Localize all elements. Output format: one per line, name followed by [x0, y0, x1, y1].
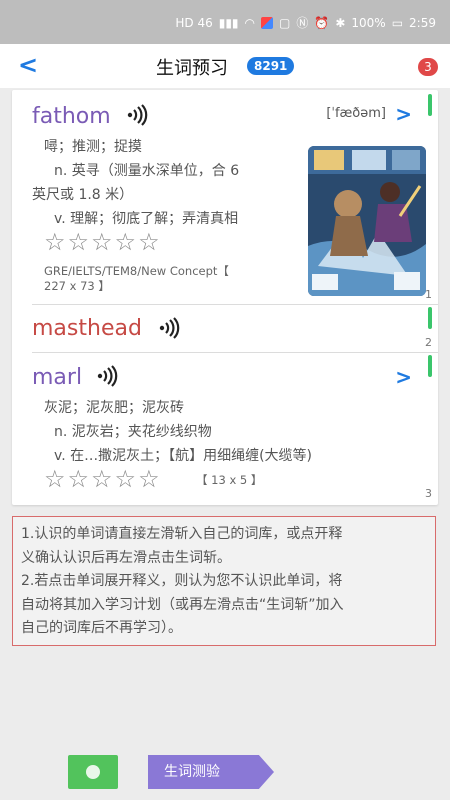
app-badge-icon	[261, 17, 274, 29]
definition-line: n. 泥灰岩；夹花纱线织物	[54, 424, 212, 440]
definition-line: v. 理解；彻底了解；弄清真相	[54, 211, 239, 227]
speaker-icon[interactable]	[158, 317, 180, 339]
page-title: 生词预习	[156, 58, 228, 79]
learned-marker	[428, 94, 432, 116]
alarm-icon: ⏰	[314, 16, 330, 30]
hd-signal-text: HD 46	[175, 16, 213, 30]
entry-index: 1	[425, 288, 432, 301]
word-entry-masthead[interactable]: masthead 2	[12, 305, 438, 352]
entry-index: 2	[425, 336, 432, 349]
learned-marker	[428, 355, 432, 377]
definition-line: 噚；推测；捉摸	[44, 139, 142, 155]
signal-icon: ▮▮▮	[218, 16, 239, 30]
status-bar: HD 46 ▮▮▮ ◠ ▢ Ⓝ ⏰ ✱ 100% ▭ 2:59	[0, 0, 450, 44]
notification-badge[interactable]: 3	[418, 58, 438, 76]
word-list-card: fathom [ˈfæðəm] > 噚；推测；捉摸 n. 英寻（测量水深单位，合…	[12, 90, 438, 505]
definition-line: v. 在…撒泥灰土；【航】用细绳缠(大缆等)	[54, 448, 313, 464]
phonetic: [ˈfæðəm]	[326, 106, 386, 121]
close-icon	[86, 765, 100, 779]
clock: 2:59	[409, 16, 436, 30]
definition-line: 英尺或 1.8 米）	[32, 187, 134, 203]
star-rating[interactable]: ☆☆☆☆☆	[44, 228, 162, 256]
battery-icon: ▭	[391, 16, 404, 30]
word-entry-marl[interactable]: marl > 灰泥；泥灰肥；泥灰砖 n. 泥灰岩；夹花纱线织物 v. 在…撒泥灰…	[12, 353, 438, 505]
word-entry-fathom[interactable]: fathom [ˈfæðəm] > 噚；推测；捉摸 n. 英寻（测量水深单位，合…	[12, 90, 438, 304]
bluetooth-icon: ✱	[335, 16, 346, 30]
word-count-badge: 8291	[247, 57, 295, 75]
chevron-right-icon[interactable]: >	[395, 365, 412, 389]
wifi-icon: ◠	[244, 16, 256, 30]
star-rating[interactable]: ☆☆☆☆☆	[44, 465, 162, 493]
learned-marker	[428, 307, 432, 329]
speaker-icon[interactable]	[96, 365, 118, 387]
tags-line: GRE/IELTS/TEM8/New Concept【	[44, 264, 229, 278]
word-title: masthead	[32, 316, 142, 341]
battery-percent: 100%	[351, 16, 386, 30]
instruction-line: 2.若点击单词展开释义，则认为您不认识此单词，将	[21, 573, 343, 589]
nfc-icon: Ⓝ	[296, 16, 309, 30]
speaker-icon[interactable]	[126, 104, 148, 126]
definition-line: n. 英寻（测量水深单位，合 6	[54, 163, 240, 179]
comic-illustration-image[interactable]	[308, 146, 426, 296]
instruction-line: 自己的词库后不再学习）。	[21, 620, 182, 636]
instructions-box: 1.认识的单词请直接左滑斩入自己的词库，或点开释 义确认认识后再左滑点击生词斩。…	[12, 516, 436, 646]
quiz-button[interactable]: 生词测验	[148, 755, 274, 789]
entry-index: 3	[425, 487, 432, 500]
chevron-right-icon[interactable]: >	[395, 102, 412, 126]
close-button[interactable]	[68, 755, 118, 789]
tags-line: 227 x 73 】	[44, 279, 110, 293]
word-title: marl	[32, 365, 83, 390]
tags-line: 【 13 x 5 】	[196, 473, 263, 487]
chevron-left-icon[interactable]: <	[18, 53, 38, 77]
nav-bar: < 生词预习 8291 3	[0, 44, 450, 88]
status-icons: HD 46 ▮▮▮ ◠ ▢ Ⓝ ⏰ ✱ 100% ▭ 2:59	[175, 16, 436, 30]
instruction-line: 1.认识的单词请直接左滑斩入自己的词库，或点开释	[21, 526, 343, 542]
word-title: fathom	[32, 104, 111, 129]
instruction-line: 自动将其加入学习计划（或再左滑点击“生词斩”加入	[21, 596, 344, 613]
definition-line: 灰泥；泥灰肥；泥灰砖	[44, 400, 184, 416]
chat-icon: ▢	[279, 16, 291, 30]
instruction-line: 义确认认识后再左滑点击生词斩。	[21, 549, 231, 566]
